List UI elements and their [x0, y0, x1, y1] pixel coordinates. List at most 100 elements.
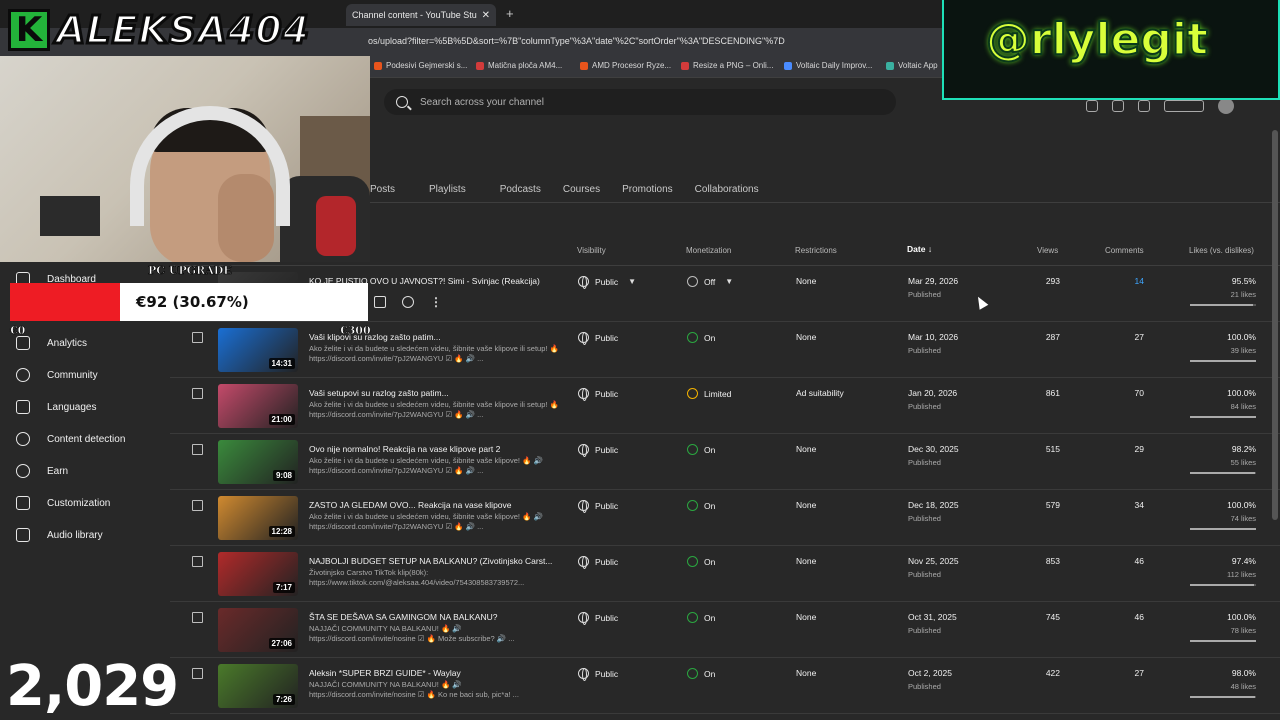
tab-collaborations[interactable]: Collaborations — [695, 184, 759, 195]
comments-cell: 34 — [1134, 500, 1144, 510]
avatar[interactable] — [1218, 98, 1234, 114]
header-likes[interactable]: Likes (vs. dislikes) — [1189, 246, 1254, 255]
video-title[interactable]: ŠTA SE DEŠAVA SA GAMINGOM NA BALKANU? — [309, 612, 497, 622]
publish-status: Published — [908, 514, 941, 523]
like-ratio-fill — [1190, 472, 1255, 474]
video-title[interactable]: NAJBOLJI BUDGET SETUP NA BALKANU? (Zivot… — [309, 556, 552, 566]
table-row[interactable]: 9:08 Ovo nije normalno! Reakcija na vase … — [170, 434, 1280, 490]
bookmark-item[interactable]: Resize a PNG – Onli... — [681, 61, 773, 70]
publish-status: Published — [908, 626, 941, 635]
streamer-name: ALEKSA404 — [54, 7, 311, 54]
video-title[interactable]: Ovo nije normalno! Reakcija na vase klip… — [309, 444, 500, 454]
header-date[interactable]: Date ↓ — [907, 244, 932, 254]
views-cell: 422 — [1045, 668, 1060, 678]
chevron-down-icon[interactable]: ▼ — [628, 277, 636, 286]
sidebar-item-languages[interactable]: Languages — [16, 400, 97, 414]
comments-icon[interactable] — [374, 296, 386, 308]
video-thumbnail[interactable]: 12:28 — [218, 496, 298, 540]
table-row[interactable]: 7:17 NAJBOLJI BUDGET SETUP NA BALKANU? (Z… — [170, 546, 1280, 602]
notifications-icon[interactable] — [1138, 100, 1150, 112]
publish-status: Published — [908, 682, 941, 691]
video-title[interactable]: Vaši klipovi su razlog zašto patim... — [309, 332, 441, 342]
row-checkbox[interactable] — [192, 332, 203, 343]
donation-goal-amount: €92 (30.67%) — [136, 293, 249, 311]
date-cell: Dec 30, 2025 — [908, 444, 959, 454]
header-restrictions[interactable]: Restrictions — [795, 246, 837, 255]
sidebar-item-audio-library[interactable]: Audio library — [16, 528, 103, 542]
browser-tab-active[interactable]: Channel content - YouTube Stu ✕ — [346, 4, 496, 26]
bookmark-favicon-icon — [374, 61, 382, 70]
tab-promotions[interactable]: Promotions — [622, 184, 673, 195]
tab-posts[interactable]: Posts — [370, 184, 395, 195]
visibility-cell[interactable]: Public ▼ — [578, 276, 636, 289]
video-thumbnail[interactable]: 21:00 — [218, 384, 298, 428]
row-checkbox[interactable] — [192, 668, 203, 679]
table-row[interactable]: 12:28 ZASTO JA GLEDAM OVO... Reakcija na … — [170, 490, 1280, 546]
bookmark-item[interactable]: Podesivi Gejmerski s... — [374, 61, 467, 70]
monetization-cell: On — [687, 444, 715, 455]
bookmark-item[interactable]: Voltaic App — [886, 61, 938, 70]
tab-podcasts[interactable]: Podcasts — [500, 184, 541, 195]
help-icon[interactable] — [1086, 100, 1098, 112]
header-visibility[interactable]: Visibility — [577, 246, 606, 255]
tab-title: Channel content - YouTube Stu — [352, 10, 477, 20]
views-cell: 579 — [1045, 500, 1060, 510]
video-thumbnail[interactable]: 27:06 — [218, 608, 298, 652]
header-monetization[interactable]: Monetization — [686, 246, 731, 255]
row-checkbox[interactable] — [192, 612, 203, 623]
video-thumbnail[interactable]: 9:08 — [218, 440, 298, 484]
bookmark-item[interactable]: Voltaic Daily Improv... — [784, 61, 872, 70]
social-handle: @rlylegit — [985, 13, 1209, 66]
row-checkbox[interactable] — [192, 444, 203, 455]
background-monitor — [40, 196, 100, 236]
row-checkbox[interactable] — [192, 556, 203, 567]
tab-courses[interactable]: Courses — [563, 184, 600, 195]
globe-icon — [578, 332, 589, 345]
search-input[interactable]: Search across your channel — [420, 97, 544, 108]
more-options-icon[interactable]: ⋮ — [430, 296, 442, 308]
video-thumbnail[interactable]: 7:17 — [218, 552, 298, 596]
table-row[interactable]: 14:31 Vaši klipovi su razlog zašto patim.… — [170, 322, 1280, 378]
sidebar-item-analytics[interactable]: Analytics — [16, 336, 87, 350]
video-thumbnail[interactable]: 14:31 — [218, 328, 298, 372]
bookmark-item[interactable]: AMD Procesor Ryze... — [580, 61, 671, 70]
like-ratio-bar — [1190, 472, 1256, 474]
close-tab-icon[interactable]: ✕ — [482, 10, 490, 21]
video-description: NAJJAČI COMMUNITY NA BALKANU! 🔥 🔊 https:… — [309, 624, 515, 643]
views-cell: 861 — [1045, 388, 1060, 398]
date-cell: Mar 29, 2026 — [908, 276, 959, 286]
video-title[interactable]: Aleksin *SUPER BRZI GUIDE* - Waylay — [309, 668, 461, 678]
new-tab-button[interactable]: + — [506, 6, 514, 21]
globe-icon — [578, 444, 589, 457]
search-bar[interactable]: Search across your channel — [384, 89, 896, 115]
header-comments[interactable]: Comments — [1105, 246, 1144, 255]
search-icon — [396, 96, 408, 108]
row-checkbox[interactable] — [192, 388, 203, 399]
chevron-down-icon[interactable]: ▼ — [725, 277, 733, 286]
sidebar-item-content-detection[interactable]: Content detection — [16, 432, 125, 446]
comments-cell[interactable]: 14 — [1135, 276, 1144, 286]
monetization-icon[interactable] — [402, 296, 414, 308]
tab-playlists[interactable]: Playlists — [429, 184, 466, 195]
scrollbar[interactable] — [1272, 130, 1278, 520]
table-row[interactable]: 7:26 Aleksin *SUPER BRZI GUIDE* - Waylay N… — [170, 658, 1280, 714]
table-row[interactable]: 21:00 Vaši setupovi su razlog zašto patim… — [170, 378, 1280, 434]
like-ratio-bar — [1190, 304, 1256, 306]
sidebar-item-community[interactable]: Community — [16, 368, 98, 382]
table-row[interactable]: 27:06 ŠTA SE DEŠAVA SA GAMINGOM NA BALKAN… — [170, 602, 1280, 658]
header-views[interactable]: Views — [1037, 246, 1058, 255]
sidebar-item-earn[interactable]: Earn — [16, 464, 68, 478]
video-thumbnail[interactable]: 7:26 — [218, 664, 298, 708]
create-icon[interactable] — [1164, 100, 1204, 112]
monetization-status-icon — [687, 276, 698, 287]
monetization-cell[interactable]: Off ▼ — [687, 276, 733, 287]
row-checkbox[interactable] — [192, 500, 203, 511]
restrictions-cell: None — [796, 612, 817, 622]
sidebar-item-customization[interactable]: Customization — [16, 496, 110, 510]
restrictions-cell: None — [796, 668, 817, 678]
bookmark-item[interactable]: Matična ploča AM4... — [476, 61, 562, 70]
video-title[interactable]: Vaši setupovi su razlog zašto patim... — [309, 388, 449, 398]
info-icon[interactable] — [1112, 100, 1124, 112]
video-title[interactable]: ZASTO JA GLEDAM OVO... Reakcija na vase … — [309, 500, 512, 510]
likes-count: 39 likes — [1230, 346, 1256, 355]
